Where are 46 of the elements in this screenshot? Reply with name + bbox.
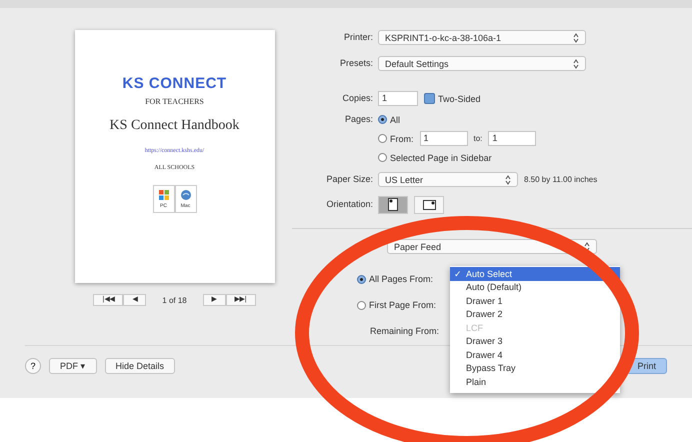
copies-field[interactable]: 1 — [378, 91, 418, 106]
feed-radio[interactable]: All Pages From: — [357, 274, 434, 284]
page-title: KS Connect Handbook — [110, 118, 240, 134]
two-sided-checkbox[interactable]: Two-Sided — [424, 93, 481, 104]
updown-icon — [505, 174, 511, 184]
window-icon — [158, 189, 170, 201]
from-field[interactable]: 1 — [420, 131, 468, 146]
page-position: 1 of 18 — [162, 296, 187, 304]
field-label: Remaining From: — [370, 326, 440, 336]
updown-icon — [584, 242, 590, 252]
landscape-page-icon — [422, 200, 436, 210]
field-label: Copies: — [342, 93, 373, 103]
orientation-button[interactable] — [378, 196, 408, 214]
menu-item[interactable]: Auto (Default) — [450, 280, 620, 294]
to-field[interactable]: 1 — [488, 131, 536, 146]
feed-radio[interactable]: First Page From: — [357, 300, 436, 310]
pdf-button[interactable]: PDF ▾ — [49, 358, 97, 374]
field-label: Presets: — [340, 58, 373, 68]
paper-dimensions: 8.50 by 11.00 inches — [524, 175, 598, 184]
field-label: Printer: — [344, 32, 373, 42]
updown-icon — [573, 58, 579, 68]
menu-item[interactable]: Drawer 3 — [450, 334, 620, 348]
field-label: Orientation: — [326, 199, 373, 209]
menu-item[interactable]: Bypass Tray — [450, 362, 620, 375]
help-button[interactable]: ? — [25, 358, 41, 374]
pages-radio[interactable]: From: — [378, 134, 414, 144]
paper-size-select[interactable]: US Letter — [378, 172, 518, 187]
page-subtitle: FOR TEACHERS — [145, 97, 204, 106]
field-label: Paper Size: — [326, 174, 373, 184]
orientation-button[interactable] — [414, 196, 444, 214]
presets-select[interactable]: Default Settings — [378, 56, 586, 71]
portrait-page-icon — [388, 198, 398, 211]
menu-item[interactable]: Drawer 4 — [450, 348, 620, 362]
menu-item[interactable]: Drawer 1 — [450, 294, 620, 308]
menu-item[interactable]: Plain — [450, 375, 620, 388]
logo-text: KS CONNECT — [122, 75, 227, 92]
printer-select[interactable]: KSPRINT1-o-kc-a-38-106a-1 — [378, 30, 586, 45]
hide-details-button[interactable]: Hide Details — [104, 358, 176, 374]
updown-icon — [573, 32, 579, 42]
globe-icon — [180, 189, 192, 201]
field-label: Pages: — [344, 114, 373, 124]
menu-item[interactable]: Drawer 2 — [450, 308, 620, 321]
menu-item: LCF — [465, 322, 484, 334]
pages-radio[interactable]: Selected Page in Sidebar — [378, 152, 492, 162]
pages-radio[interactable]: All — [378, 114, 400, 124]
field-label: to: — [474, 134, 482, 143]
